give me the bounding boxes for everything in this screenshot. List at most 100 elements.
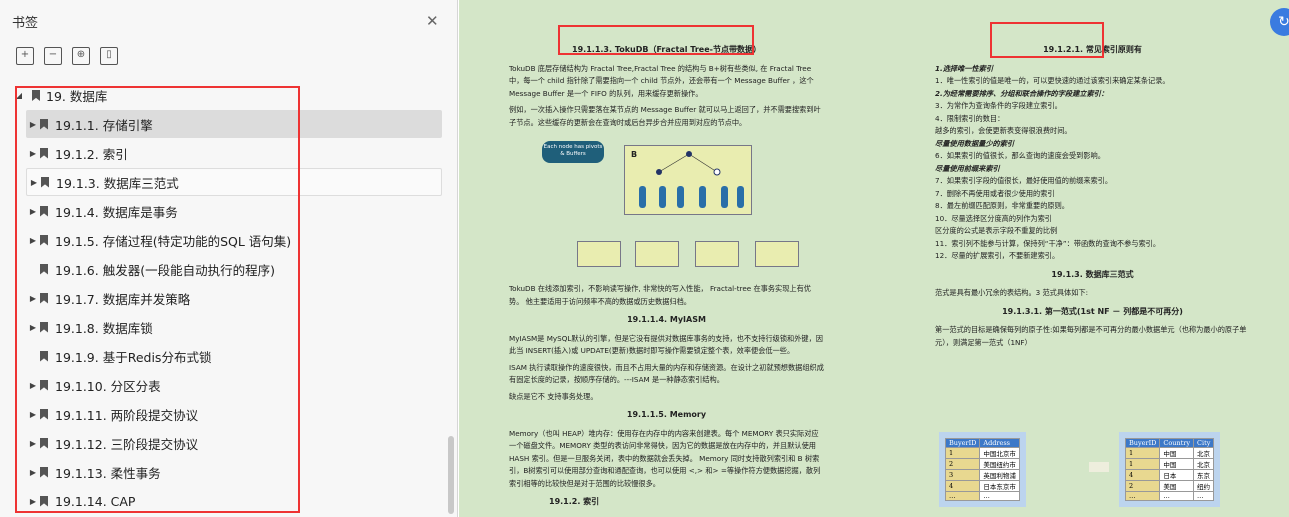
add-bookmark-icon[interactable]: ⊕: [72, 47, 90, 65]
bookmark-item[interactable]: ▶ 19.1.14. CAP: [26, 487, 442, 515]
caret-right-icon[interactable]: ▶: [26, 410, 40, 419]
table-cell: 中国: [1159, 458, 1195, 470]
bookmark-icon[interactable]: ▯: [100, 47, 118, 65]
table-cell: 4: [944, 480, 981, 492]
bookmark-icon: [32, 90, 40, 101]
bookmark-item[interactable]: ▶ 19.1.7. 数据库并发策略: [26, 284, 442, 312]
bookmark-item[interactable]: ▶ 19.1.2. 索引: [26, 139, 442, 167]
caret-right-icon[interactable]: ▶: [26, 236, 40, 245]
tree-node-box: B: [624, 145, 752, 215]
bookmark-item[interactable]: ▶ 19.1.1. 存储引擎: [26, 110, 442, 138]
bookmark-label: 19.1.4. 数据库是事务: [55, 204, 178, 220]
caret-right-icon[interactable]: ▶: [26, 323, 40, 332]
table-cell: 3: [944, 469, 981, 481]
index-rule-line: 3．为常作为查询条件的字段建立索引。: [935, 101, 1062, 110]
table-before: BuyerID Address 1 中国北京市 2 美国纽约市 3 英国利物浦 4 日本东京市……: [939, 432, 1026, 507]
leaf-node: [695, 241, 739, 267]
bookmark-icon: [40, 263, 48, 275]
bookmark-icon: [40, 321, 48, 333]
index-rule-line: 8．最左前缀匹配原则，非常重要的原则。: [935, 201, 1069, 210]
bookmark-icon: [40, 118, 48, 130]
bookmark-label: 19.1.3. 数据库三范式: [56, 175, 179, 191]
paragraph: 第一范式的目标是确保每列的原子性:如果每列都是不可再分的最小数据单元（也称为最小…: [935, 325, 1247, 347]
index-rule-line: 尽量使用数据量少的索引: [935, 138, 1015, 148]
expand-all-icon[interactable]: +: [16, 47, 34, 65]
bookmark-item[interactable]: ▶ 19.1.11. 两阶段提交协议: [26, 400, 442, 428]
index-rule-line: 1．唯一性索引的值是唯一的，可以更快速的通过该索引来确定某条记录。: [935, 76, 1170, 85]
heading: 19.1.2.1. 常见索引原则有: [1043, 45, 1142, 54]
index-rule-line: 越多的索引，会使更新表变得很浪费时间。: [935, 126, 1072, 135]
paragraph: 例如，一次插入操作只需要落在某节点的 Message Buffer 就可以马上返…: [509, 105, 821, 127]
caret-right-icon[interactable]: ▶: [26, 207, 40, 216]
bookmark-item[interactable]: ▶ 19.1.13. 柔性事务: [26, 458, 442, 486]
table-header: City: [1193, 438, 1215, 448]
paragraph: ISAM 执行读取操作的速度很快，而且不占用大量的内存和存储资源。在设计之初就预…: [509, 362, 824, 385]
caret-right-icon[interactable]: ▶: [26, 439, 40, 448]
table-cell: 北京: [1193, 458, 1215, 470]
heading: 19.1.1.4. MyIASM: [627, 315, 706, 324]
bookmark-icon: [40, 350, 48, 362]
caret-right-icon[interactable]: ▶: [26, 468, 40, 477]
bookmark-item[interactable]: 19.1.6. 触发器(一段能自动执行的程序): [26, 255, 442, 283]
bookmark-item[interactable]: ▶ 19.1.3. 数据库三范式: [26, 168, 442, 196]
caret-right-icon[interactable]: ▶: [26, 294, 40, 303]
bookmark-label: 19.1.9. 基于Redis分布式锁: [55, 349, 212, 365]
table-cell: 美国纽约市: [979, 458, 1020, 470]
caret-down-icon[interactable]: ◢: [12, 91, 26, 100]
table-cell: 东京: [1193, 469, 1215, 481]
bookmark-icon: [40, 234, 48, 246]
table-cell: 中国北京市: [979, 447, 1020, 459]
bookmark-icon: [40, 408, 48, 420]
table-cell: 英国利物浦: [979, 469, 1020, 481]
table-cell: …: [1159, 491, 1195, 501]
close-icon[interactable]: ✕: [426, 12, 439, 30]
bookmark-label: 19.1.14. CAP: [55, 493, 136, 509]
collapse-all-icon[interactable]: −: [44, 47, 62, 65]
left-column: 19.1.1.3. TokuDB（Fractal Tree-节点带数据） Tok…: [509, 38, 824, 515]
paragraph: 范式是具有最小冗余的表结构。3 范式具体如下:: [935, 288, 1089, 297]
bookmark-label: 19.1.6. 触发器(一段能自动执行的程序): [55, 262, 275, 278]
bookmark-icon: [40, 495, 48, 507]
bookmark-label: 19.1.5. 存储过程(特定功能的SQL 语句集): [55, 233, 292, 249]
table-header: Address: [979, 438, 1020, 448]
table-cell: 北京: [1193, 447, 1215, 459]
bookmark-icon: [41, 176, 49, 188]
right-column: 19.1.2.1. 常见索引原则有 1.选择唯一性索引 1．唯一性索引的值是唯一的…: [935, 38, 1250, 353]
arrow-icon: [1089, 462, 1109, 472]
table-cell: 4: [1124, 469, 1161, 481]
bookmark-icon: [40, 292, 48, 304]
heading: 19.1.3. 数据库三范式: [1051, 269, 1134, 279]
caret-right-icon[interactable]: ▶: [26, 497, 40, 506]
table-header: BuyerID: [1124, 438, 1161, 448]
heading: 19.1.2. 索引: [549, 497, 600, 506]
caret-right-icon[interactable]: ▶: [26, 120, 40, 129]
table-cell: 2: [1124, 480, 1161, 492]
bookmark-item[interactable]: ▶ 19.1.10. 分区分表: [26, 371, 442, 399]
table-cell: 美国: [1159, 480, 1195, 492]
fractal-tree-diagram: Each node has pivots & Buffers B: [509, 133, 824, 283]
bookmark-icon: [40, 437, 48, 449]
bookmark-label: 19.1.10. 分区分表: [55, 378, 161, 394]
table-cell: …: [1193, 491, 1215, 501]
bookmark-item[interactable]: ▶ 19.1.8. 数据库锁: [26, 313, 442, 341]
caret-right-icon[interactable]: ▶: [27, 178, 41, 187]
table-after: BuyerID Country City 1 中国 北京 1 中国 北京 4 日本 东京 2 美国 纽约………: [1119, 432, 1221, 507]
scrollbar[interactable]: [448, 436, 454, 514]
bookmark-label: 19.1.8. 数据库锁: [55, 320, 153, 336]
table-cell: 日本: [1159, 469, 1195, 481]
leaf-node: [577, 241, 621, 267]
index-rule-line: 12．尽量的扩展索引，不要新建索引。: [935, 251, 1060, 260]
bookmark-item[interactable]: ▶ 19.1.4. 数据库是事务: [26, 197, 442, 225]
document-page: 19.1.1.3. TokuDB（Fractal Tree-节点带数据） Tok…: [459, 0, 1289, 517]
bookmark-item[interactable]: ▶ 19.1.12. 三阶段提交协议: [26, 429, 442, 457]
bookmark-icon: [40, 466, 48, 478]
caret-right-icon[interactable]: ▶: [26, 149, 40, 158]
panel-title: 书签: [12, 16, 39, 31]
index-rule-line: 11．索引列不能参与计算，保持列“干净”：带函数的查询不参与索引。: [935, 238, 1161, 248]
bookmark-item[interactable]: ▶ 19.1.5. 存储过程(特定功能的SQL 语句集): [26, 226, 442, 254]
caret-right-icon[interactable]: ▶: [26, 381, 40, 390]
tree-root-item[interactable]: ◢ 19. 数据库: [12, 86, 107, 105]
bookmark-item[interactable]: 19.1.9. 基于Redis分布式锁: [26, 342, 442, 370]
bookmark-icon: [40, 147, 48, 159]
index-rule-line: 2.为经常需要排序、分组和联合操作的字段建立索引：: [935, 88, 1109, 98]
